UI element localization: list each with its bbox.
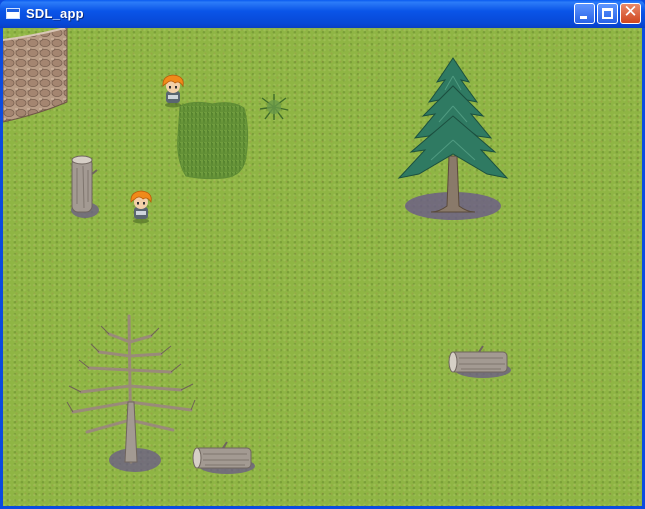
dead-tree (66, 314, 196, 472)
fallen-log-horizontal (192, 441, 255, 474)
title-bar[interactable]: SDL_app ✕ (0, 0, 645, 28)
small-bush (259, 94, 289, 120)
close-button[interactable]: ✕ (620, 2, 641, 24)
game-canvas[interactable] (3, 28, 642, 506)
maximize-button[interactable] (597, 3, 618, 24)
app-window-icon (6, 8, 20, 19)
fallen-log-vertical (71, 155, 99, 218)
sdl-window: SDL_app ✕ (0, 0, 645, 509)
close-icon: ✕ (623, 2, 638, 22)
minimize-button[interactable] (574, 3, 595, 24)
tall-grass-patch (177, 101, 249, 180)
maximize-icon (602, 8, 613, 19)
npc-character[interactable] (128, 190, 154, 224)
pine-tree (397, 57, 509, 220)
player-character[interactable] (160, 74, 186, 108)
stone-wall (3, 28, 68, 123)
fallen-log-horizontal (448, 345, 511, 378)
minimize-icon (580, 16, 587, 19)
window-title: SDL_app (26, 6, 84, 21)
